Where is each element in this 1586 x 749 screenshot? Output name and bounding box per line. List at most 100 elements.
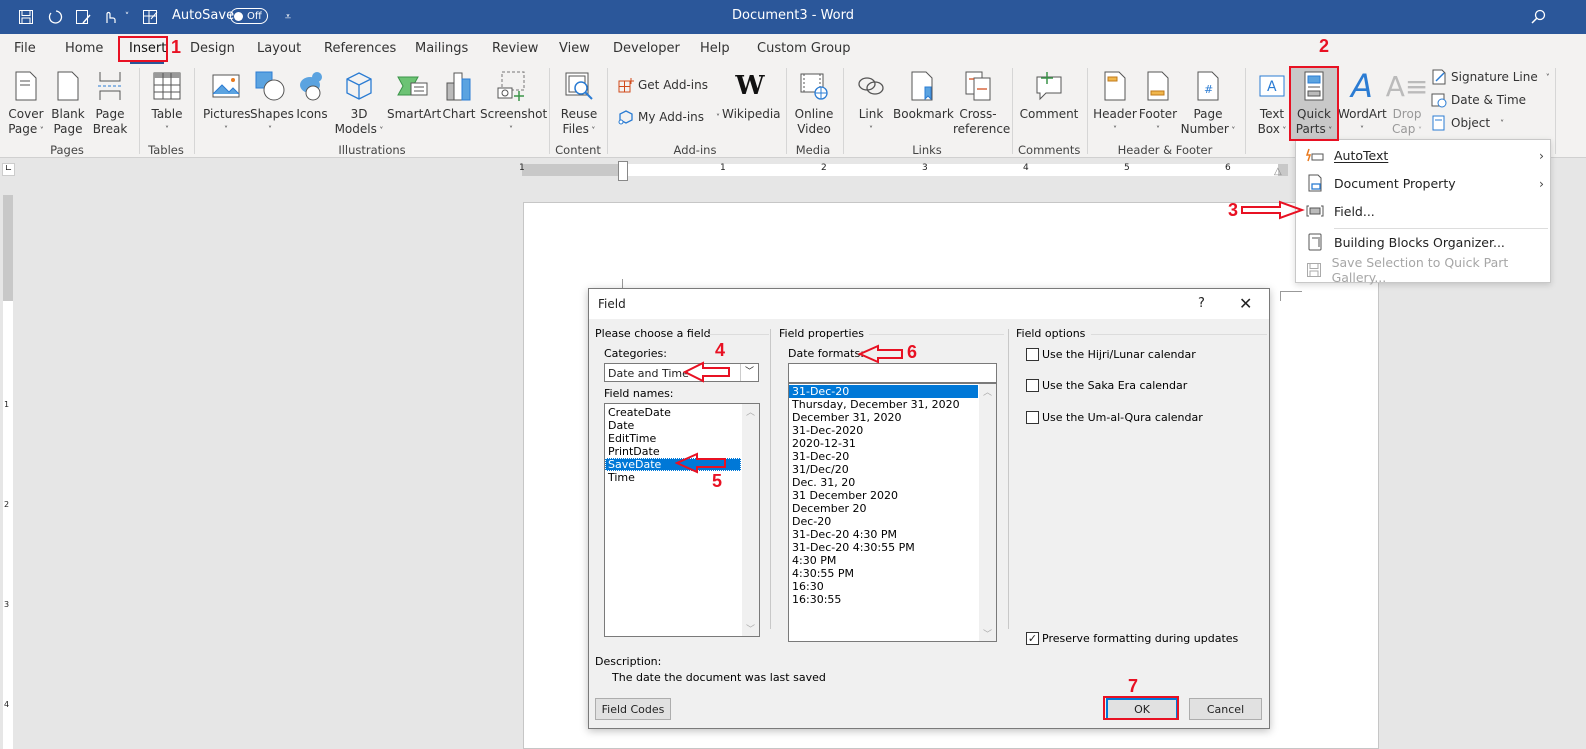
page-number-button[interactable]: # Page Number ˅ xyxy=(1180,68,1236,138)
header-button[interactable]: Header ˅ xyxy=(1093,68,1137,137)
tab-help[interactable]: Help xyxy=(700,41,730,56)
choose-field-section-label: Please choose a field xyxy=(595,327,711,340)
online-video-button[interactable]: Online Video xyxy=(794,68,834,137)
cover-page-button[interactable]: Cover Page ˅ xyxy=(4,68,48,138)
list-item-selected[interactable]: 31-Dec-20 xyxy=(789,385,978,398)
svg-text:#: # xyxy=(1204,83,1213,96)
tab-view[interactable]: View xyxy=(559,41,590,56)
list-item[interactable]: 31/Dec/20 xyxy=(789,463,996,476)
annotation-arrow-3 xyxy=(1241,200,1305,220)
smartart-button[interactable]: SmartArt xyxy=(387,68,442,122)
list-item[interactable]: 4:30:55 PM xyxy=(789,567,996,580)
list-item[interactable]: December 20 xyxy=(789,502,996,515)
scrollbar[interactable]: ︿ ﹀ xyxy=(979,384,996,641)
tab-layout[interactable]: Layout xyxy=(257,41,301,56)
scrollbar[interactable]: ︿ ﹀ xyxy=(742,404,759,636)
icons-button[interactable]: Icons xyxy=(294,68,330,122)
text-box-button[interactable]: A Text Box ˅ xyxy=(1252,68,1292,138)
menu-item-building-blocks-organizer[interactable]: Building Blocks Organizer... xyxy=(1296,229,1552,255)
list-item[interactable]: EditTime xyxy=(605,432,759,445)
3d-models-button[interactable]: 3D Models ˅ xyxy=(334,68,384,138)
tab-developer[interactable]: Developer xyxy=(613,41,680,56)
menu-item-document-property[interactable]: Document Property › xyxy=(1296,170,1552,196)
menu-item-autotext[interactable]: AutoText › xyxy=(1296,142,1552,168)
list-item[interactable]: 31 December 2020 xyxy=(789,489,996,502)
search-icon[interactable] xyxy=(1527,7,1549,27)
um-al-qura-checkbox[interactable] xyxy=(1026,411,1039,424)
tab-references[interactable]: References xyxy=(324,41,396,56)
online-video-icon xyxy=(794,68,834,104)
field-codes-button[interactable]: Field Codes xyxy=(595,698,671,720)
scroll-up-icon[interactable]: ︿ xyxy=(746,405,755,418)
table-label: Table xyxy=(151,107,183,121)
tab-custom-group[interactable]: Custom Group xyxy=(757,41,851,56)
indent-marker[interactable] xyxy=(618,161,628,181)
blank-page-button[interactable]: Blank Page xyxy=(50,68,86,137)
tab-file[interactable]: File xyxy=(14,41,36,56)
scroll-down-icon[interactable]: ﹀ xyxy=(983,627,992,640)
cancel-button[interactable]: Cancel xyxy=(1189,698,1262,720)
shapes-button[interactable]: Shapes ˅ xyxy=(250,68,294,137)
list-item[interactable]: December 31, 2020 xyxy=(789,411,996,424)
tab-review[interactable]: Review xyxy=(492,41,538,56)
list-item[interactable]: Dec. 31, 20 xyxy=(789,476,996,489)
list-item[interactable]: CreateDate xyxy=(605,406,759,419)
vertical-ruler[interactable]: 1 2 3 4 xyxy=(3,195,13,749)
group-comments-label: Comments xyxy=(1018,143,1081,157)
object-button[interactable]: Object ˅ xyxy=(1431,115,1504,131)
help-button[interactable]: ? xyxy=(1198,296,1205,311)
tab-home[interactable]: Home xyxy=(65,41,103,56)
list-item[interactable]: 16:30 xyxy=(789,580,996,593)
scroll-up-icon[interactable]: ︿ xyxy=(983,385,992,398)
scroll-down-icon[interactable]: ﹀ xyxy=(746,622,755,635)
drop-cap-button[interactable]: A≡ Drop Cap ˅ xyxy=(1386,68,1429,138)
list-item[interactable]: Thursday, December 31, 2020 xyxy=(789,398,996,411)
get-addins-button[interactable]: Get Add-ins xyxy=(618,77,708,93)
tab-selector[interactable]: ∟ xyxy=(2,163,15,176)
list-item[interactable]: 31-Dec-20 xyxy=(789,450,996,463)
chevron-down-icon[interactable]: ﹀ xyxy=(740,364,758,381)
smartart-label: SmartArt xyxy=(387,107,442,121)
list-item[interactable]: 31-Dec-2020 xyxy=(789,424,996,437)
wikipedia-button[interactable]: W Wikipedia xyxy=(722,68,781,122)
annotation-step-4: 4 xyxy=(715,340,726,360)
menu-item-save-selection: Save Selection to Quick Part Gallery... xyxy=(1296,255,1552,285)
menu-item-label: AutoText xyxy=(1334,147,1389,163)
date-format-input[interactable] xyxy=(788,363,997,383)
chart-button[interactable]: Chart xyxy=(441,68,477,122)
categories-dropdown[interactable]: Date and Time ﹀ xyxy=(604,363,759,382)
my-addins-button[interactable]: My Add-ins ˅ xyxy=(618,109,720,125)
screenshot-button[interactable]: Screenshot ˅ xyxy=(480,68,547,137)
wordart-button[interactable]: A WordArt ˅ xyxy=(1338,68,1387,137)
list-item[interactable]: 2020-12-31 xyxy=(789,437,996,450)
link-button[interactable]: Link ˅ xyxy=(852,68,890,137)
horizontal-ruler[interactable]: 1 1 2 3 4 5 6 △ xyxy=(519,161,1288,181)
reuse-files-button[interactable]: Reuse Files ˅ xyxy=(558,68,600,138)
list-item[interactable]: 31-Dec-20 4:30 PM xyxy=(789,528,996,541)
date-time-button[interactable]: Date & Time xyxy=(1431,92,1526,108)
menu-item-field[interactable]: Field... xyxy=(1296,198,1552,224)
list-item[interactable]: 4:30 PM xyxy=(789,554,996,567)
bookmark-button[interactable]: Bookmark xyxy=(893,68,954,122)
hijri-calendar-checkbox[interactable] xyxy=(1026,348,1039,361)
cross-reference-button[interactable]: Cross- reference xyxy=(953,68,1010,137)
pictures-button[interactable]: Pictures ˅ xyxy=(203,68,251,137)
signature-line-button[interactable]: Signature Line ˅ xyxy=(1431,69,1550,85)
list-item[interactable]: Date xyxy=(605,419,759,432)
preserve-formatting-checkbox[interactable]: ✓ xyxy=(1026,632,1039,645)
list-item[interactable]: 31-Dec-20 4:30:55 PM xyxy=(789,541,996,554)
date-formats-list[interactable]: 31-Dec-20 Thursday, December 31, 2020 Dece… xyxy=(788,383,997,642)
link-label: Link xyxy=(858,107,884,121)
page-break-button[interactable]: Page Break xyxy=(90,68,130,137)
footer-button[interactable]: Footer ˅ xyxy=(1137,68,1179,137)
close-icon[interactable]: ✕ xyxy=(1239,294,1252,313)
comment-button[interactable]: Comment xyxy=(1018,68,1080,122)
right-indent-marker[interactable]: △ xyxy=(1274,166,1282,177)
saka-era-checkbox[interactable] xyxy=(1026,379,1039,392)
tab-mailings[interactable]: Mailings xyxy=(415,41,468,56)
table-button[interactable]: Table ˅ xyxy=(148,68,186,137)
field-names-list[interactable]: CreateDate Date EditTime PrintDate SaveD… xyxy=(604,403,760,637)
list-item[interactable]: 16:30:55 xyxy=(789,593,996,606)
tab-design[interactable]: Design xyxy=(190,41,235,56)
list-item[interactable]: Dec-20 xyxy=(789,515,996,528)
